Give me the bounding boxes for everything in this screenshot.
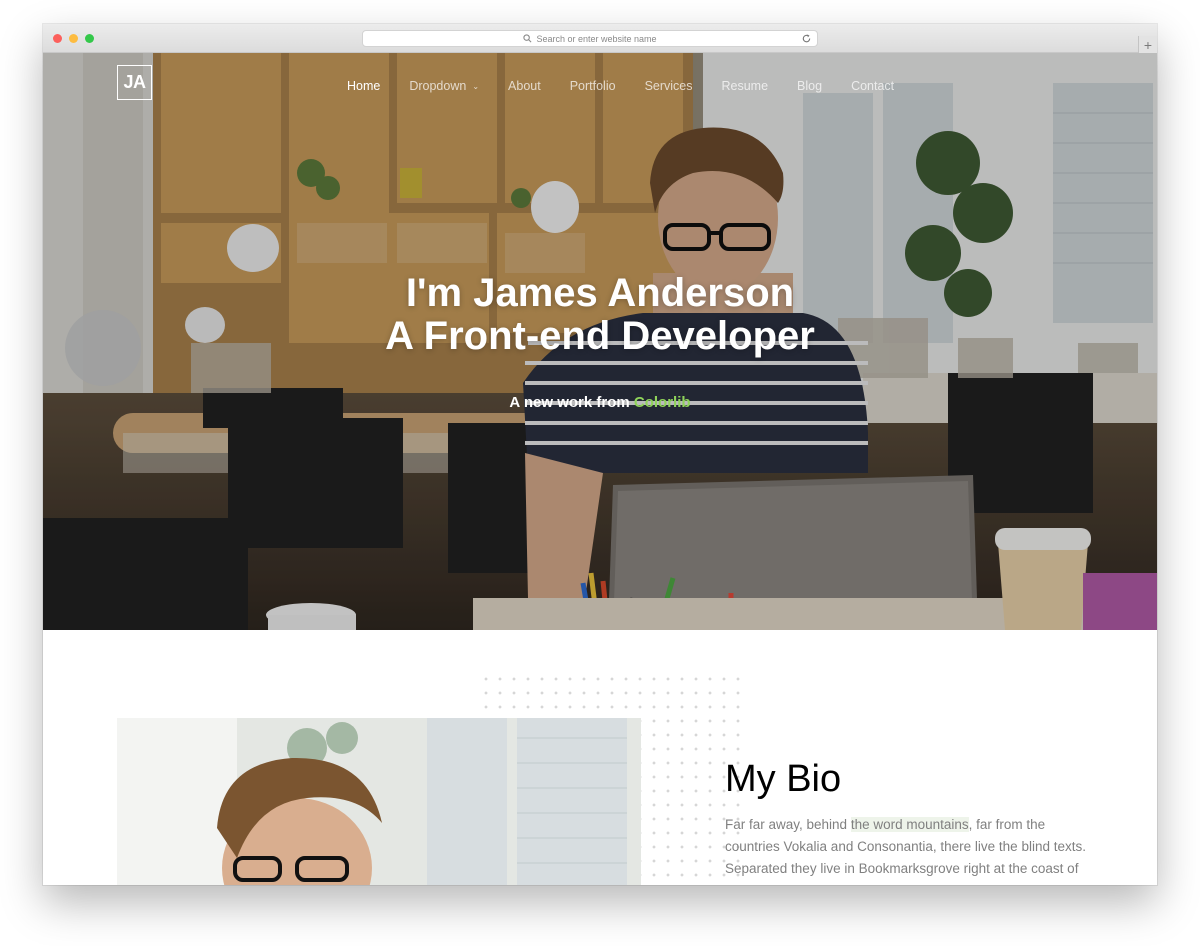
hero-subtitle-prefix: A new work from [509,394,630,411]
reload-icon[interactable] [801,33,812,44]
zoom-window-button[interactable] [85,34,94,43]
search-icon [523,34,532,43]
nav-about-label: About [508,79,541,93]
hero-section: JA Home Dropdown ⌄ About Portfolio Servic… [43,53,1157,630]
nav-home[interactable]: Home [347,79,380,93]
nav-about[interactable]: About [508,79,541,93]
main-nav: Home Dropdown ⌄ About Portfolio Services … [347,79,923,93]
colorlib-link[interactable]: Colorlib [634,394,691,411]
nav-home-label: Home [347,79,381,93]
nav-resume[interactable]: Resume [722,79,769,93]
nav-resume-label: Resume [721,79,769,93]
browser-window: Search or enter website name + JA Home D… [43,24,1157,885]
about-section: My Bio Far far away, behind the word mou… [43,630,1157,885]
hero-title-line2: A Front-end Developer [385,314,815,358]
nav-contact-label: Contact [851,79,895,93]
site-logo[interactable]: JA [117,65,152,100]
bio-text-highlight: the word mountains [850,817,969,832]
chevron-down-icon: ⌄ [472,81,480,91]
bio-photo [117,718,641,885]
minimize-window-button[interactable] [69,34,78,43]
nav-dropdown-label: Dropdown [409,79,467,93]
bio-text-part1: Far far away, behind [725,817,851,832]
address-bar[interactable]: Search or enter website name [362,30,818,47]
new-tab-button[interactable]: + [1138,36,1157,53]
bio-text: Far far away, behind the word mountains,… [725,814,1090,885]
nav-portfolio[interactable]: Portfolio [570,79,616,93]
hero-title: I'm James Anderson A Front-end Developer [43,272,1157,358]
nav-blog[interactable]: Blog [797,79,822,93]
nav-contact[interactable]: Contact [851,79,894,93]
close-window-button[interactable] [53,34,62,43]
nav-portfolio-label: Portfolio [569,79,616,93]
address-placeholder: Search or enter website name [536,33,657,44]
browser-titlebar: Search or enter website name + [43,24,1157,53]
nav-services[interactable]: Services [645,79,693,93]
bio-photo-image [117,718,641,885]
hero-subtitle: A new work from Colorlib [43,394,1157,411]
nav-dropdown[interactable]: Dropdown ⌄ [409,79,479,93]
hero-title-line1: I'm James Anderson [405,271,795,315]
bio-title: My Bio [725,758,842,800]
nav-blog-label: Blog [797,79,823,93]
nav-services-label: Services [644,79,693,93]
